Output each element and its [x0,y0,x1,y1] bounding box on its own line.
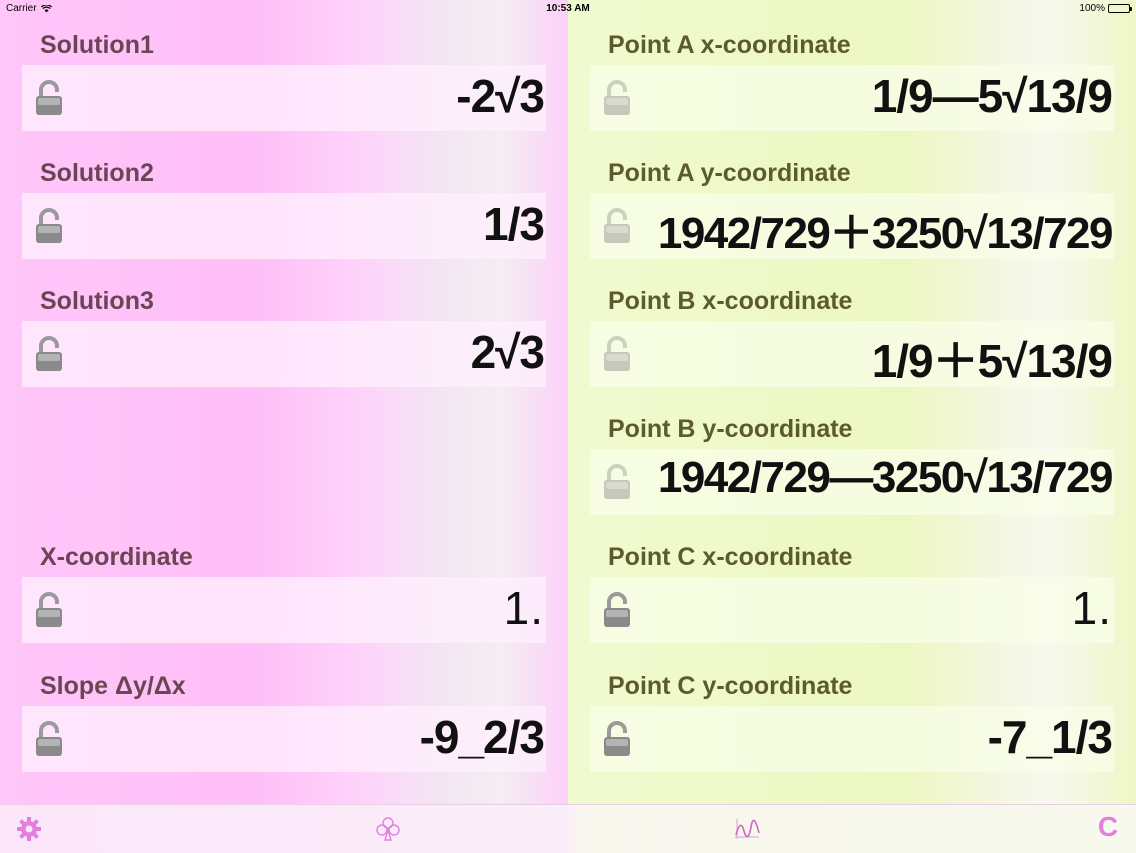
field-label: Point B y-coordinate [608,415,853,443]
value-box[interactable]: -7_1/3 [590,706,1114,772]
status-time: 10:53 AM [546,3,590,14]
right-panel: Point A x-coordinate 1/9—5√13/9 Point A … [568,0,1136,804]
lock-icon[interactable] [602,463,632,501]
field-label: Solution1 [40,31,154,59]
value-text: 1/3 [483,198,545,250]
battery-icon [1108,4,1132,13]
value-text: -7_1/3 [987,711,1113,763]
field-label: Solution3 [40,287,154,315]
bottom-toolbar: C [0,804,1136,853]
field-label: Slope Δy/Δx [40,672,186,700]
club-icon[interactable] [374,815,402,843]
lock-icon[interactable] [602,591,632,629]
value-text: 2√3 [470,326,545,378]
field-label: Solution2 [40,159,154,187]
value-box[interactable]: -2√3 [22,65,546,131]
left-panel: Solution1 -2√3 Solution2 1/3 Solution3 2… [0,0,568,804]
value-text: 1942/729＋3250√13/729 [657,209,1114,258]
status-bar: Carrier 10:53 AM 100% [0,0,1136,18]
value-text: 1. [503,582,544,634]
battery-percent: 100% [1079,3,1105,14]
lock-icon[interactable] [34,591,64,629]
value-text: 1. [1071,582,1112,634]
value-box[interactable]: 1942/729—3250√13/729 [590,449,1114,515]
value-box[interactable]: 1942/729＋3250√13/729 [590,193,1114,259]
lock-icon[interactable] [34,79,64,117]
value-box[interactable]: 1. [22,577,546,643]
lock-icon[interactable] [34,207,64,245]
gear-icon[interactable] [15,815,43,843]
value-box[interactable]: 2√3 [22,321,546,387]
field-label: Point B x-coordinate [608,287,853,315]
field-label: Point A y-coordinate [608,159,851,187]
field-label: Point C x-coordinate [608,543,853,571]
value-box[interactable]: 1/9—5√13/9 [590,65,1114,131]
clear-button[interactable]: C [1094,813,1122,843]
lock-icon[interactable] [34,335,64,373]
value-text: -2√3 [456,70,545,122]
value-text: -9_2/3 [419,711,545,763]
lock-icon[interactable] [602,79,632,117]
value-box[interactable]: 1/3 [22,193,546,259]
value-text: 1942/729—3250√13/729 [657,453,1114,502]
field-label: X-coordinate [40,543,193,571]
lock-icon[interactable] [34,720,64,758]
value-box[interactable]: 1. [590,577,1114,643]
lock-icon[interactable] [602,207,632,245]
field-label: Point A x-coordinate [608,31,851,59]
field-label: Point C y-coordinate [608,672,853,700]
value-text: 1/9—5√13/9 [871,70,1113,122]
lock-icon[interactable] [602,335,632,373]
value-text: 1/9＋5√13/9 [871,335,1113,387]
value-box[interactable]: 1/9＋5√13/9 [590,321,1114,387]
value-box[interactable]: -9_2/3 [22,706,546,772]
lock-icon[interactable] [602,720,632,758]
graph-icon[interactable] [733,815,761,843]
